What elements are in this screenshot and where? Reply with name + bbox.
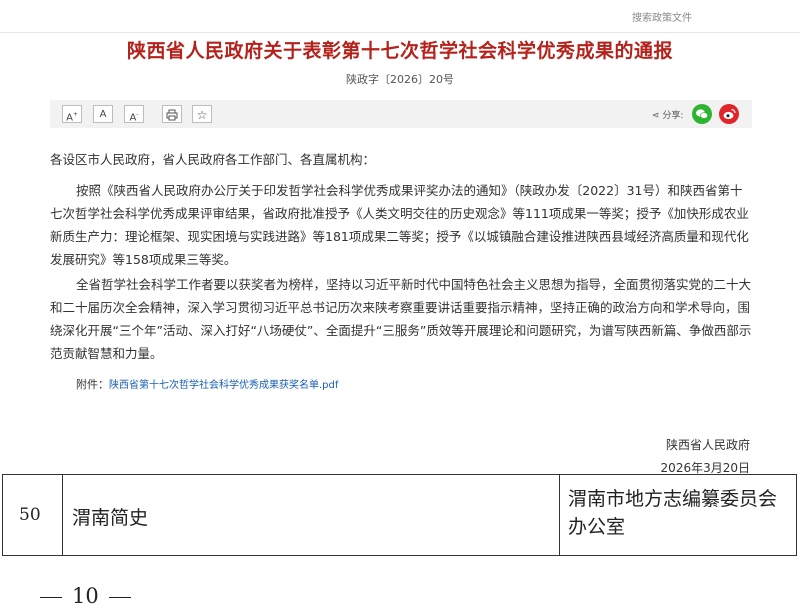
font-normal-label: A (99, 109, 107, 120)
font-increase-label: A (66, 112, 73, 124)
signature: 陕西省人民政府 (665, 438, 750, 452)
top-bar: 搜索政策文件 (0, 0, 800, 33)
attachment-label: 附件： (76, 378, 109, 391)
share-icon: ⋖ (652, 111, 660, 121)
page-title: 陕西省人民政府关于表彰第十七次哲学社会科学优秀成果的通报 (126, 40, 673, 62)
wechat-share-button[interactable] (692, 104, 712, 124)
table-cell-number: 50 (3, 475, 63, 555)
row-organization: 渭南市地方志编纂委员会办公室 (568, 488, 778, 538)
document-number: 陕政字〔2026〕20号 (346, 73, 454, 86)
toolbar: A+ A A- ☆ ⋖ 分享: (50, 100, 752, 128)
share-text: 分享: (662, 111, 684, 121)
weibo-icon (723, 108, 736, 120)
favorite-button[interactable]: ☆ (192, 105, 212, 123)
salutation: 各设区市人民政府，省人民政府各工作部门、各直属机构： (50, 152, 376, 167)
weibo-share-button[interactable] (719, 104, 739, 124)
star-icon: ☆ (196, 108, 208, 122)
wechat-icon (696, 109, 708, 119)
paragraph-2: 全省哲学社会科学工作者要以获奖者为榜样，坚持以习近平新时代中国特色社会主义思想为… (50, 277, 752, 361)
award-table-row: 50 渭南简史 渭南市地方志编纂委员会办公室 (2, 474, 797, 556)
paragraph-1: 按照《陕西省人民政府办公厅关于印发哲学社会科学优秀成果评奖办法的通知》（陕政办发… (50, 183, 749, 267)
row-number: 50 (19, 505, 41, 525)
page-dash-left (40, 597, 62, 598)
font-decrease-button[interactable]: A- (124, 105, 144, 123)
page-dash-right (108, 597, 131, 598)
attachment-link[interactable]: 陕西省第十七次哲学社会科学优秀成果获奖名单.pdf (109, 380, 338, 391)
font-normal-button[interactable]: A (93, 105, 113, 123)
attachment: 附件：陕西省第十七次哲学社会科学优秀成果获奖名单.pdf (76, 376, 338, 392)
page-number: 10 (30, 584, 141, 608)
print-button[interactable] (162, 105, 182, 123)
table-cell-title: 渭南简史 (62, 475, 560, 555)
search-policy-link[interactable]: 搜索政策文件 (632, 9, 692, 24)
font-increase-button[interactable]: A+ (62, 105, 82, 123)
row-title: 渭南简史 (72, 507, 149, 529)
print-icon (166, 109, 178, 121)
page-number-text: 10 (72, 584, 99, 608)
share-label: ⋖ 分享: (652, 108, 683, 121)
